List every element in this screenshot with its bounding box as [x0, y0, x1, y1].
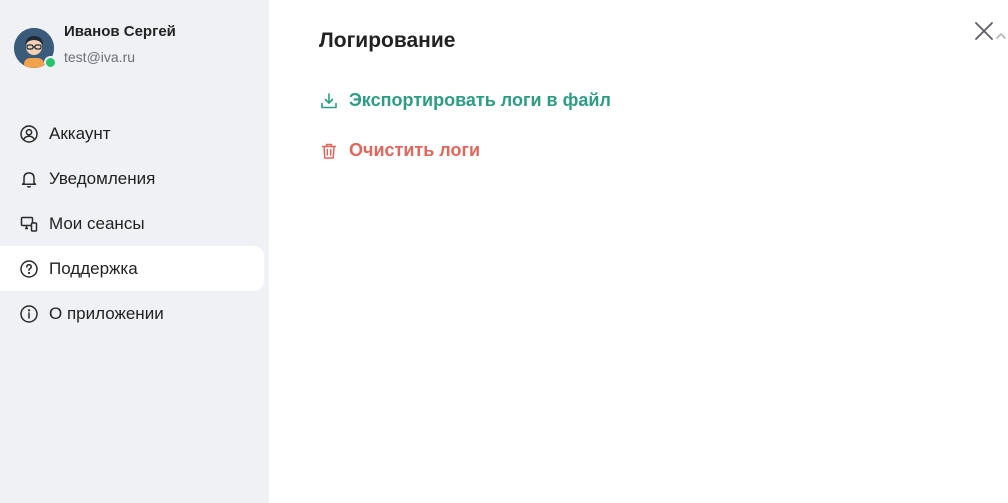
sidebar-item-sessions[interactable]: Мои сеансы: [0, 201, 264, 246]
page-title: Логирование: [319, 29, 456, 52]
download-icon: [319, 91, 339, 111]
devices-icon: [19, 214, 39, 234]
user-name: Иванов Сергей: [64, 22, 176, 40]
sidebar-item-label: Мои сеансы: [49, 213, 145, 233]
sidebar-item-notifications[interactable]: Уведомления: [0, 156, 264, 201]
clear-logs-button[interactable]: Очистить логи: [319, 140, 480, 161]
online-status-dot: [44, 56, 57, 69]
bell-icon: [19, 169, 39, 189]
sidebar-item-account[interactable]: Аккаунт: [0, 111, 264, 156]
chevron-up-icon[interactable]: [995, 28, 1007, 39]
sidebar-item-support[interactable]: Поддержка: [0, 246, 264, 291]
sidebar-item-about[interactable]: О приложении: [0, 291, 264, 336]
profile-card: Иванов Сергей test@iva.ru: [14, 23, 176, 69]
sidebar: Иванов Сергей test@iva.ru Аккаунт Уведом…: [0, 0, 269, 503]
settings-window: Иванов Сергей test@iva.ru Аккаунт Уведом…: [0, 0, 1008, 503]
user-email: test@iva.ru: [64, 48, 136, 65]
export-logs-label: Экспортировать логи в файл: [349, 90, 611, 110]
info-circle-icon: [19, 304, 39, 324]
user-circle-icon: [19, 124, 39, 144]
trash-icon: [319, 141, 339, 161]
sidebar-item-label: Поддержка: [49, 258, 138, 278]
close-icon[interactable]: [973, 20, 995, 42]
profile-text: Иванов Сергей test@iva.ru: [64, 22, 176, 67]
sidebar-item-label: Уведомления: [49, 168, 156, 188]
question-circle-icon: [19, 259, 39, 279]
avatar[interactable]: [14, 28, 57, 69]
sidebar-item-label: Аккаунт: [49, 123, 111, 143]
main-panel: Логирование Экспортировать логи в файл О…: [269, 0, 1008, 503]
sidebar-nav: Аккаунт Уведомления Мои сеансы Поддержка…: [0, 111, 264, 336]
clear-logs-label: Очистить логи: [349, 140, 481, 160]
export-logs-button[interactable]: Экспортировать логи в файл: [319, 90, 611, 111]
sidebar-item-label: О приложении: [49, 303, 164, 323]
